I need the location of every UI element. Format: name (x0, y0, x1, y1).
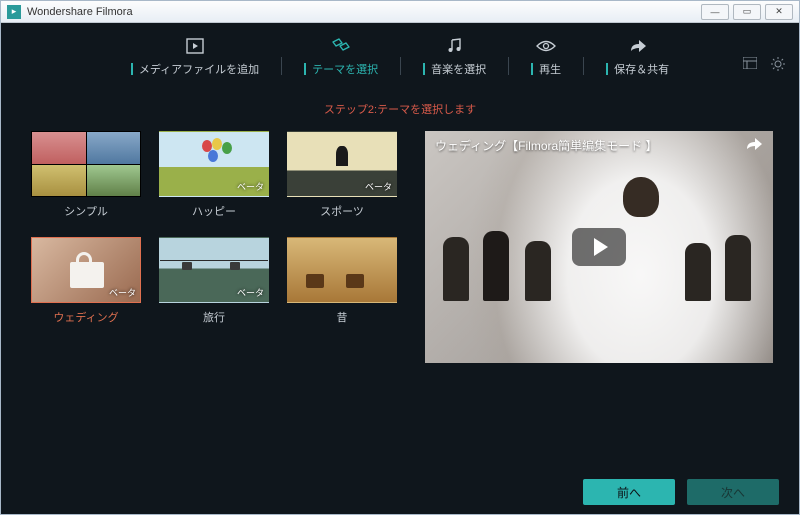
step-nav: メディアファイルを追加 テーマを選択 音楽を選択 再 (1, 23, 799, 83)
music-icon (447, 37, 463, 55)
theme-thumbnail: ベータ (159, 237, 269, 303)
theme-label: スポーツ (287, 203, 397, 219)
minimize-button[interactable]: — (701, 4, 729, 20)
beta-badge: ベータ (237, 286, 264, 299)
theme-happy[interactable]: ベータ ハッピー (159, 131, 269, 219)
beta-badge: ベータ (109, 286, 136, 299)
app-window: ▸ Wondershare Filmora — ▭ ✕ メディアファイルを追加 … (0, 0, 800, 515)
beta-badge: ベータ (365, 180, 392, 193)
nav-select-theme[interactable]: テーマを選択 (304, 37, 378, 77)
brightness-icon[interactable] (771, 57, 785, 71)
theme-simple[interactable]: シンプル (31, 131, 141, 219)
nav-label: 再生 (539, 61, 561, 77)
preview-pane: ウェディング【Filmora簡単編集モード 】 (425, 131, 773, 470)
titlebar[interactable]: ▸ Wondershare Filmora — ▭ ✕ (1, 1, 799, 23)
nav-separator (281, 57, 282, 75)
step-instruction: ステップ2:テーマを選択します (1, 83, 799, 131)
nav-add-media[interactable]: メディアファイルを追加 (131, 37, 259, 77)
play-button[interactable] (572, 228, 626, 266)
theme-label: 昔 (287, 309, 397, 325)
theme-grid: シンプル ベータ ハッピー ベータ スポーツ ベータ ウェディング (31, 131, 401, 470)
nav-label: 保存＆共有 (614, 61, 669, 77)
layout-toggle-icon[interactable] (743, 57, 757, 71)
nav-select-music[interactable]: 音楽を選択 (423, 37, 486, 77)
share-icon[interactable] (745, 137, 763, 151)
nav-label: テーマを選択 (312, 61, 378, 77)
nav-label: メディアファイルを追加 (139, 61, 259, 77)
close-button[interactable]: ✕ (765, 4, 793, 20)
content-area: シンプル ベータ ハッピー ベータ スポーツ ベータ ウェディング (1, 131, 799, 470)
share-icon (629, 37, 647, 55)
video-title: ウェディング【Filmora簡単編集モード 】 (435, 137, 733, 154)
maximize-button[interactable]: ▭ (733, 4, 761, 20)
theme-label: ハッピー (159, 203, 269, 219)
prev-button[interactable]: 前へ (583, 479, 675, 505)
theme-thumbnail (287, 237, 397, 303)
nav-save-share[interactable]: 保存＆共有 (606, 37, 669, 77)
theme-old[interactable]: 昔 (287, 237, 397, 325)
top-utilities (743, 57, 785, 71)
nav-preview[interactable]: 再生 (531, 37, 561, 77)
nav-label: 音楽を選択 (431, 61, 486, 77)
theme-thumbnail: ベータ (287, 131, 397, 197)
nav-separator (508, 57, 509, 75)
video-preview[interactable]: ウェディング【Filmora簡単編集モード 】 (425, 131, 773, 363)
theme-wedding[interactable]: ベータ ウェディング (31, 237, 141, 325)
theme-thumbnail (31, 131, 141, 197)
theme-sports[interactable]: ベータ スポーツ (287, 131, 397, 219)
theme-travel[interactable]: ベータ 旅行 (159, 237, 269, 325)
media-icon (186, 37, 204, 55)
theme-label: シンプル (31, 203, 141, 219)
footer-bar: 前へ 次へ (1, 470, 799, 514)
theme-label: ウェディング (31, 309, 141, 325)
next-button[interactable]: 次へ (687, 479, 779, 505)
nav-separator (400, 57, 401, 75)
app-body: メディアファイルを追加 テーマを選択 音楽を選択 再 (1, 23, 799, 514)
eye-icon (536, 37, 556, 55)
nav-separator (583, 57, 584, 75)
theme-label: 旅行 (159, 309, 269, 325)
window-title: Wondershare Filmora (27, 6, 133, 18)
theme-icon (331, 37, 351, 55)
app-icon: ▸ (7, 5, 21, 19)
theme-thumbnail: ベータ (31, 237, 141, 303)
theme-thumbnail: ベータ (159, 131, 269, 197)
beta-badge: ベータ (237, 180, 264, 193)
